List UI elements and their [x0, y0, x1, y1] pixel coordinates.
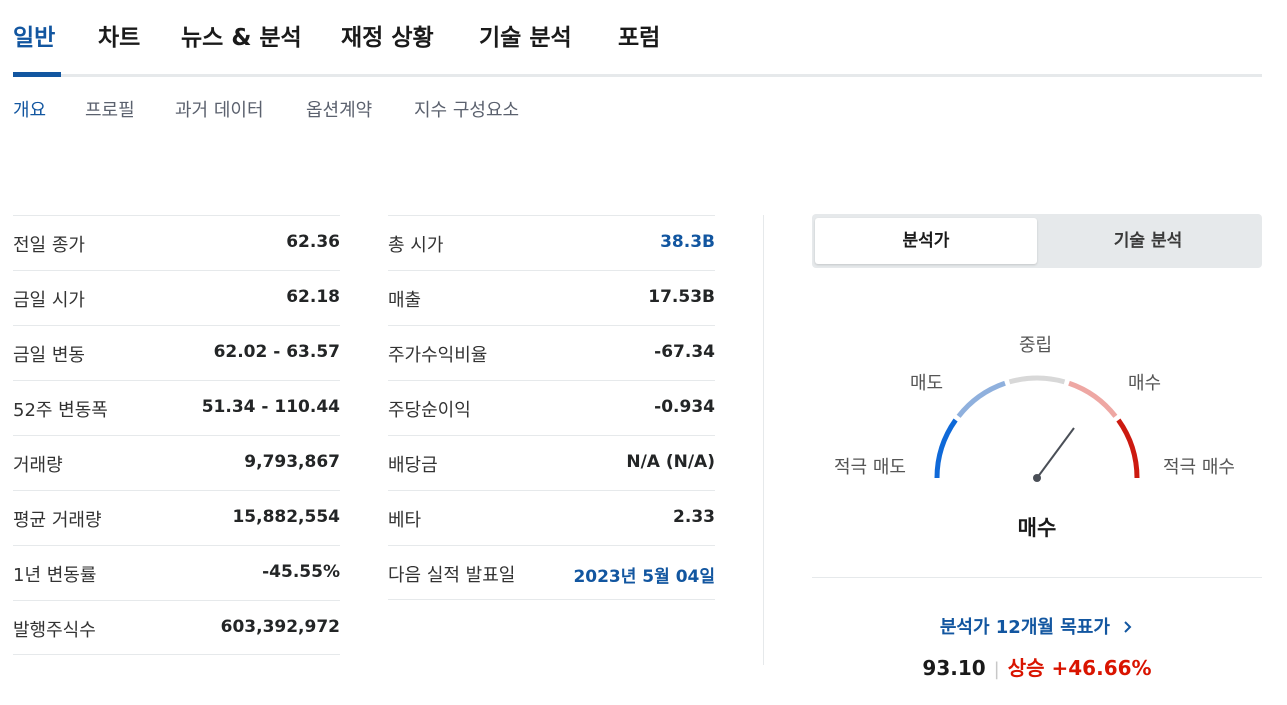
analyst-target-link[interactable]: 분석가 12개월 목표가: [812, 613, 1262, 639]
stat-row-avg-volume: 평균 거래량 15,882,554: [13, 490, 340, 545]
subtab-historical-data[interactable]: 과거 데이터: [175, 96, 264, 122]
stat-value: 62.02 - 63.57: [213, 342, 340, 362]
stat-label: 배당금: [388, 455, 438, 476]
stat-value: 62.36: [286, 232, 340, 252]
stat-label: 다음 실적 발표일: [388, 565, 516, 586]
stat-label: 1년 변동률: [13, 565, 97, 586]
stat-value: -45.55%: [262, 562, 340, 582]
stat-label: 발행주식수: [13, 620, 96, 641]
stat-row-shares-outstanding: 발행주식수 603,392,972: [13, 600, 340, 655]
stat-row-pe-ratio: 주가수익비율 -67.34: [388, 325, 715, 380]
tab-forum[interactable]: 포럼: [618, 18, 660, 52]
subtab-profile[interactable]: 프로필: [85, 96, 135, 122]
tab-chart[interactable]: 차트: [98, 18, 140, 52]
subtab-components[interactable]: 지수 구성요소: [414, 96, 519, 122]
stat-value: 603,392,972: [220, 617, 340, 637]
stat-value: 62.18: [286, 287, 340, 307]
analyst-target-values: 93.10 | 상승 +46.66%: [812, 652, 1262, 681]
stat-value: -67.34: [654, 342, 715, 362]
tab-news-analysis[interactable]: 뉴스 & 분석: [181, 18, 302, 52]
main-tab-bar: 일반 차트 뉴스 & 분석 재정 상황 기술 분석 포럼: [13, 0, 1262, 77]
tab-general[interactable]: 일반: [13, 18, 55, 52]
stat-value: -0.934: [654, 397, 715, 417]
toggle-technical[interactable]: 기술 분석: [1037, 218, 1259, 264]
toggle-analyst[interactable]: 분석가: [815, 218, 1037, 264]
stat-value: 15,882,554: [232, 507, 340, 527]
stat-label: 금일 시가: [13, 290, 85, 311]
gauge-label-neutral: 중립: [1019, 335, 1053, 356]
stat-row-volume: 거래량 9,793,867: [13, 435, 340, 490]
stat-row-1yr-change: 1년 변동률 -45.55%: [13, 545, 340, 600]
target-upside: 상승 +46.66%: [1007, 656, 1152, 680]
gauge-result: 매수: [1017, 516, 1057, 540]
stat-row-revenue: 매출 17.53B: [388, 270, 715, 325]
subtab-options[interactable]: 옵션계약: [306, 96, 372, 122]
tab-technical[interactable]: 기술 분석: [479, 18, 572, 52]
gauge-label-buy: 매수: [1128, 373, 1162, 394]
column-divider: [763, 215, 764, 665]
analysis-toggle: 분석가 기술 분석: [812, 214, 1262, 268]
stat-label: 주가수익비율: [388, 345, 488, 366]
section-divider: [812, 577, 1262, 578]
gauge-label-strong-buy: 적극 매수: [1163, 457, 1235, 478]
stat-row-52wk-range: 52주 변동폭 51.34 - 110.44: [13, 380, 340, 435]
stat-row-eps: 주당순이익 -0.934: [388, 380, 715, 435]
stats-table-left: 전일 종가 62.36 금일 시가 62.18 금일 변동 62.02 - 63…: [13, 215, 340, 655]
stats-table-right: 총 시가 38.3B 매출 17.53B 주가수익비율 -67.34 주당순이익…: [388, 215, 715, 600]
earnings-date-link[interactable]: 2023년 5월 04일: [573, 562, 715, 587]
gauge-label-sell: 매도: [910, 373, 944, 394]
stat-value: N/A (N/A): [626, 452, 715, 472]
stat-label: 금일 변동: [13, 345, 85, 366]
stat-row-next-earnings: 다음 실적 발표일 2023년 5월 04일: [388, 545, 715, 600]
stat-row-market-cap: 총 시가 38.3B: [388, 215, 715, 270]
gauge-segment-strong-sell: [934, 418, 958, 479]
subtab-overview[interactable]: 개요: [13, 96, 46, 122]
stat-label: 매출: [388, 290, 422, 311]
target-price: 93.10: [922, 656, 986, 680]
stat-row-dividend: 배당금 N/A (N/A): [388, 435, 715, 490]
gauge-segment-buy: [1068, 380, 1118, 418]
tab-financials[interactable]: 재정 상황: [341, 18, 434, 52]
stat-row-open: 금일 시가 62.18: [13, 270, 340, 325]
stat-label: 전일 종가: [13, 235, 85, 256]
gauge-segment-strong-buy: [1116, 418, 1140, 479]
stat-value: 17.53B: [648, 287, 715, 307]
stat-label: 베타: [388, 510, 422, 531]
separator: |: [993, 659, 1000, 680]
stat-value: 9,793,867: [244, 452, 340, 472]
sentiment-gauge: 중립 매도 매수 적극 매도 적극 매수 매수: [812, 320, 1262, 550]
stat-value: 2.33: [673, 507, 715, 527]
stat-label: 주당순이익: [388, 400, 471, 421]
stat-label: 거래량: [13, 455, 63, 476]
stat-row-beta: 베타 2.33: [388, 490, 715, 545]
gauge-needle: [1036, 427, 1075, 479]
stat-label: 총 시가: [388, 235, 444, 256]
analyst-target-label: 분석가 12개월 목표가: [939, 617, 1110, 638]
stat-row-day-range: 금일 변동 62.02 - 63.57: [13, 325, 340, 380]
stat-label: 52주 변동폭: [13, 400, 108, 421]
active-tab-indicator: [13, 72, 61, 77]
gauge-segment-neutral: [1008, 375, 1066, 385]
chevron-right-icon: [1124, 621, 1132, 633]
stat-row-prev-close: 전일 종가 62.36: [13, 215, 340, 270]
stat-label: 평균 거래량: [13, 510, 102, 531]
gauge-label-strong-sell: 적극 매도: [834, 457, 906, 478]
market-cap-link[interactable]: 38.3B: [660, 232, 715, 252]
stat-value: 51.34 - 110.44: [201, 397, 340, 417]
gauge-needle-hub: [1033, 474, 1041, 482]
gauge-segment-sell: [956, 380, 1006, 418]
